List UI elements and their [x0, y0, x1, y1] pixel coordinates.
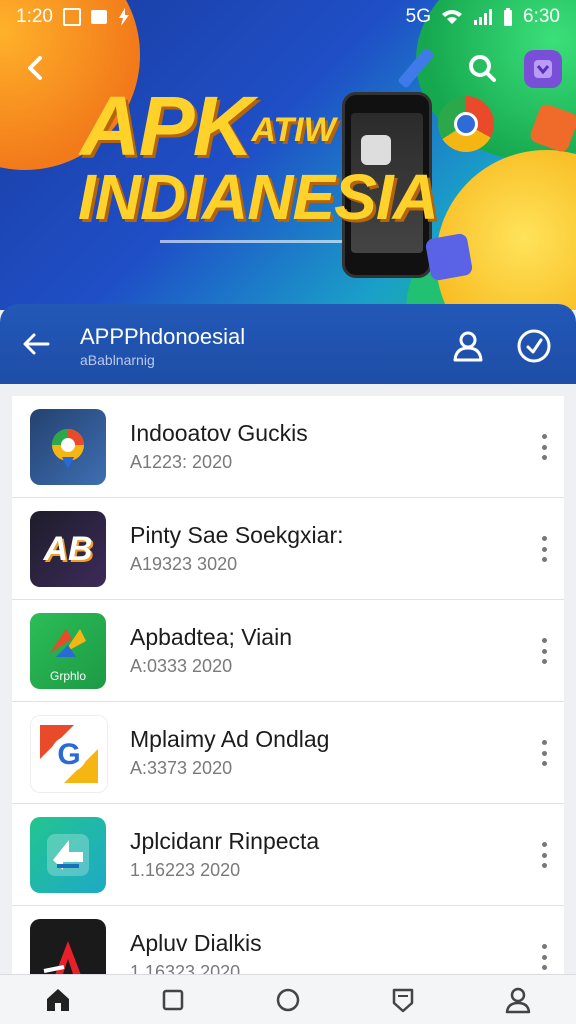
chevron-left-icon [28, 56, 42, 80]
more-options-icon[interactable] [532, 736, 556, 770]
app-list: Indooatov Guckis A1223: 2020 AB Pinty Sa… [12, 396, 564, 976]
list-item[interactable]: G Mplaimy Ad Ondlag A:3373 2020 [12, 702, 564, 804]
back-button[interactable] [18, 326, 54, 362]
person-icon [506, 987, 531, 1014]
hero-title-main: APK [80, 79, 253, 173]
nav-home[interactable] [28, 975, 88, 1024]
decor-cube [424, 232, 474, 282]
battery-icon [504, 8, 513, 26]
user-icon [453, 331, 483, 362]
decor-yellow-blob [436, 150, 576, 310]
page-title: APPPhdonoesial [80, 324, 246, 349]
app-name: Apbadtea; Viain [130, 624, 292, 650]
hero-subtitle: INDIANESIA [78, 161, 439, 233]
search-button[interactable] [462, 48, 502, 88]
app-bar: APPPhdonoesial aBablnarnig [0, 304, 576, 384]
confirm-button[interactable] [514, 326, 554, 366]
nav-discover[interactable] [258, 975, 318, 1024]
notification-icon [62, 8, 81, 26]
decor-chrome-logo [438, 96, 494, 152]
list-item[interactable]: Apluv Dialkis 1.16323 2020 [12, 906, 564, 976]
status-time-left: 1:20 [16, 6, 53, 27]
bottom-navigation [0, 974, 576, 1024]
app-name: Apluv Dialkis [130, 930, 262, 956]
home-icon [46, 989, 69, 1011]
status-time-right: 6:30 [523, 6, 560, 27]
app-name: Jplcidanr Rinpecta [130, 828, 320, 854]
app-meta: A19323 3020 [130, 554, 238, 574]
app-name: Mplaimy Ad Ondlag [130, 726, 330, 752]
check-circle-icon [517, 329, 551, 363]
app-meta: A:0333 2020 [130, 656, 233, 676]
square-icon [162, 989, 184, 1011]
circle-icon [276, 988, 300, 1012]
list-item[interactable]: Jplcidanr Rinpecta 1.16223 2020 [12, 804, 564, 906]
list-item[interactable]: Indooatov Guckis A1223: 2020 [12, 396, 564, 498]
app-meta: A1223: 2020 [130, 452, 233, 472]
network-label: 5G [405, 6, 432, 27]
arrow-logo-icon [30, 817, 106, 893]
app-shortcut-button[interactable] [524, 50, 562, 88]
hero-banner: 1:20 5G 6:30 APKATIW INDIANESIA [0, 0, 576, 310]
hero-title-small: ATIW [251, 111, 336, 149]
list-item[interactable]: Grphlo Apbadtea; Viain A:0333 2020 [12, 600, 564, 702]
app-name: Pinty Sae Soekgxiar: [130, 522, 344, 548]
icon-label: G [57, 738, 80, 771]
more-options-icon[interactable] [532, 940, 556, 974]
bookmark-shield-icon [392, 988, 414, 1013]
more-options-icon[interactable] [532, 838, 556, 872]
app-name: Indooatov Guckis [130, 420, 308, 446]
bolt-icon [118, 8, 129, 26]
more-options-icon[interactable] [532, 634, 556, 668]
hero-back-button[interactable] [16, 48, 56, 88]
app-screen: 1:20 5G 6:30 APKATIW INDIANESIA APPPhdon… [0, 0, 576, 1024]
icon-label: AB [43, 529, 93, 568]
profile-button[interactable] [448, 326, 488, 366]
wifi-icon [442, 10, 463, 24]
video-icon [90, 10, 107, 24]
icon-label: Grphlo [49, 669, 87, 683]
page-subtitle: aBablnarnig [80, 352, 155, 368]
search-icon [469, 55, 496, 82]
signal-icon [474, 9, 493, 25]
nav-profile[interactable] [488, 975, 548, 1024]
more-options-icon[interactable] [532, 430, 556, 464]
app-meta: A:3373 2020 [130, 758, 233, 778]
arrow-left-icon [23, 333, 50, 355]
status-bar: 1:20 5G 6:30 [0, 0, 576, 34]
a-logo-icon [30, 919, 106, 976]
list-item[interactable]: AB Pinty Sae Soekgxiar: A19323 3020 [12, 498, 564, 600]
ab-logo-icon: AB [30, 511, 106, 587]
g-logo-icon: G [30, 715, 108, 793]
app-meta: 1.16223 2020 [130, 860, 241, 880]
nav-library[interactable] [373, 975, 433, 1024]
map-pin-icon [30, 409, 106, 485]
more-options-icon[interactable] [532, 532, 556, 566]
graphics-icon: Grphlo [30, 613, 106, 689]
nav-apps[interactable] [143, 975, 203, 1024]
app-badge-icon [534, 60, 552, 78]
